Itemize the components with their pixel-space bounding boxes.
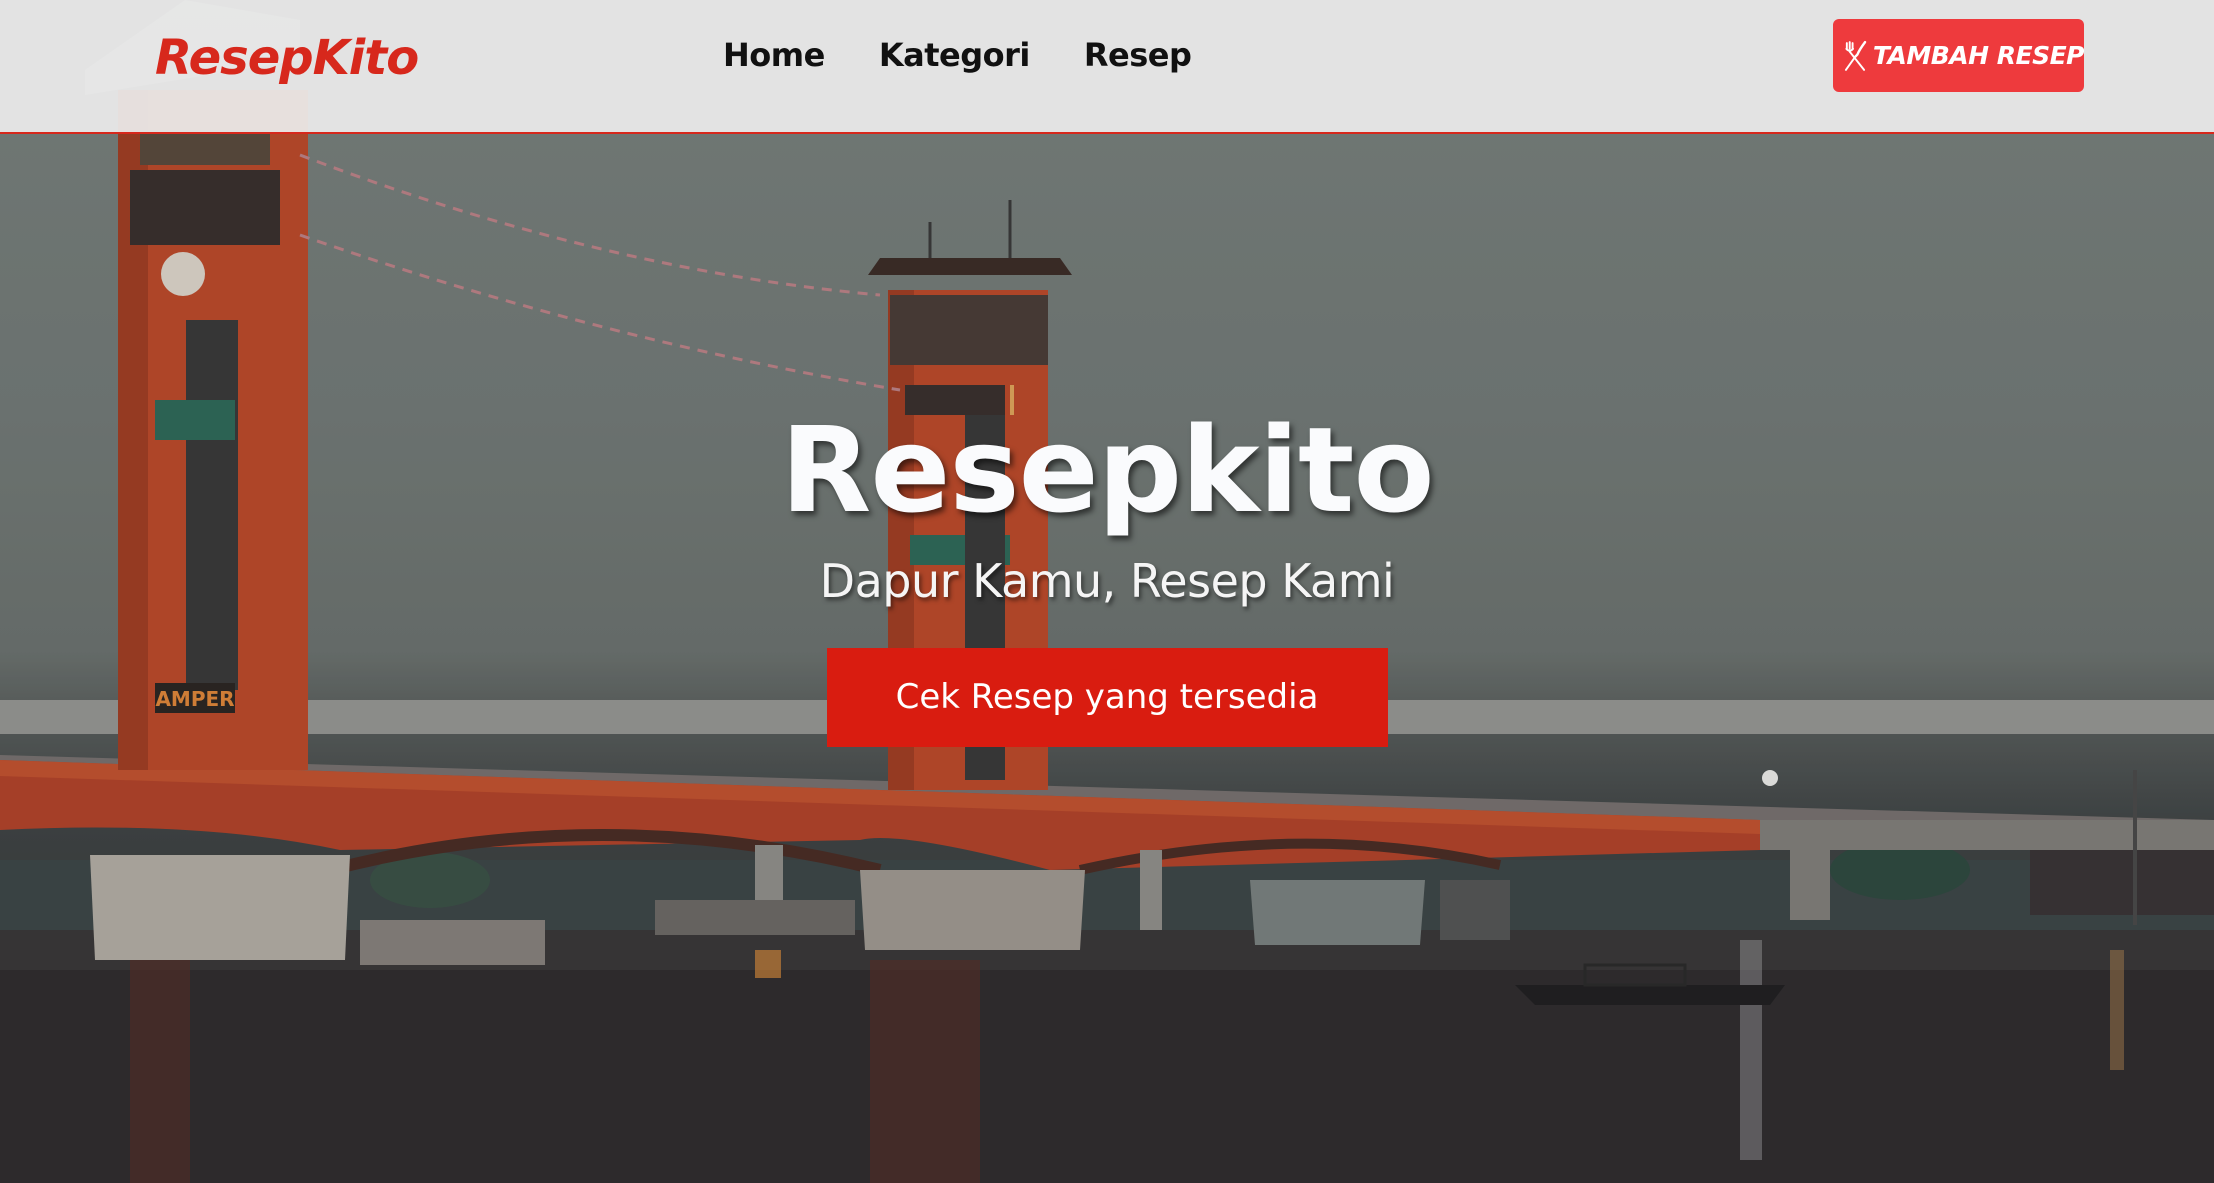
- check-recipes-button[interactable]: Cek Resep yang tersedia: [826, 648, 1388, 747]
- nav-link-resep[interactable]: Resep: [1084, 36, 1192, 74]
- hero-subtitle: Dapur Kamu, Resep Kami: [819, 554, 1395, 608]
- fork-knife-icon: [1844, 40, 1867, 71]
- nav-links: Home Kategori Resep: [723, 36, 1192, 74]
- add-recipe-button[interactable]: TAMBAH RESEP: [1833, 19, 2085, 92]
- nav-link-kategori[interactable]: Kategori: [879, 36, 1031, 74]
- brand-logo[interactable]: ResepKito: [155, 30, 419, 86]
- page: AMPER ResepKito Home Kategori Resep TAMB…: [0, 0, 2214, 1183]
- hero-section: Resepkito Dapur Kamu, Resep Kami Cek Res…: [0, 400, 2214, 747]
- navbar: ResepKito Home Kategori Resep TAMBAH RES…: [0, 0, 2214, 134]
- add-recipe-label: TAMBAH RESEP: [1872, 41, 2085, 70]
- hero-title: Resepkito: [780, 401, 1434, 539]
- nav-link-home[interactable]: Home: [723, 36, 825, 74]
